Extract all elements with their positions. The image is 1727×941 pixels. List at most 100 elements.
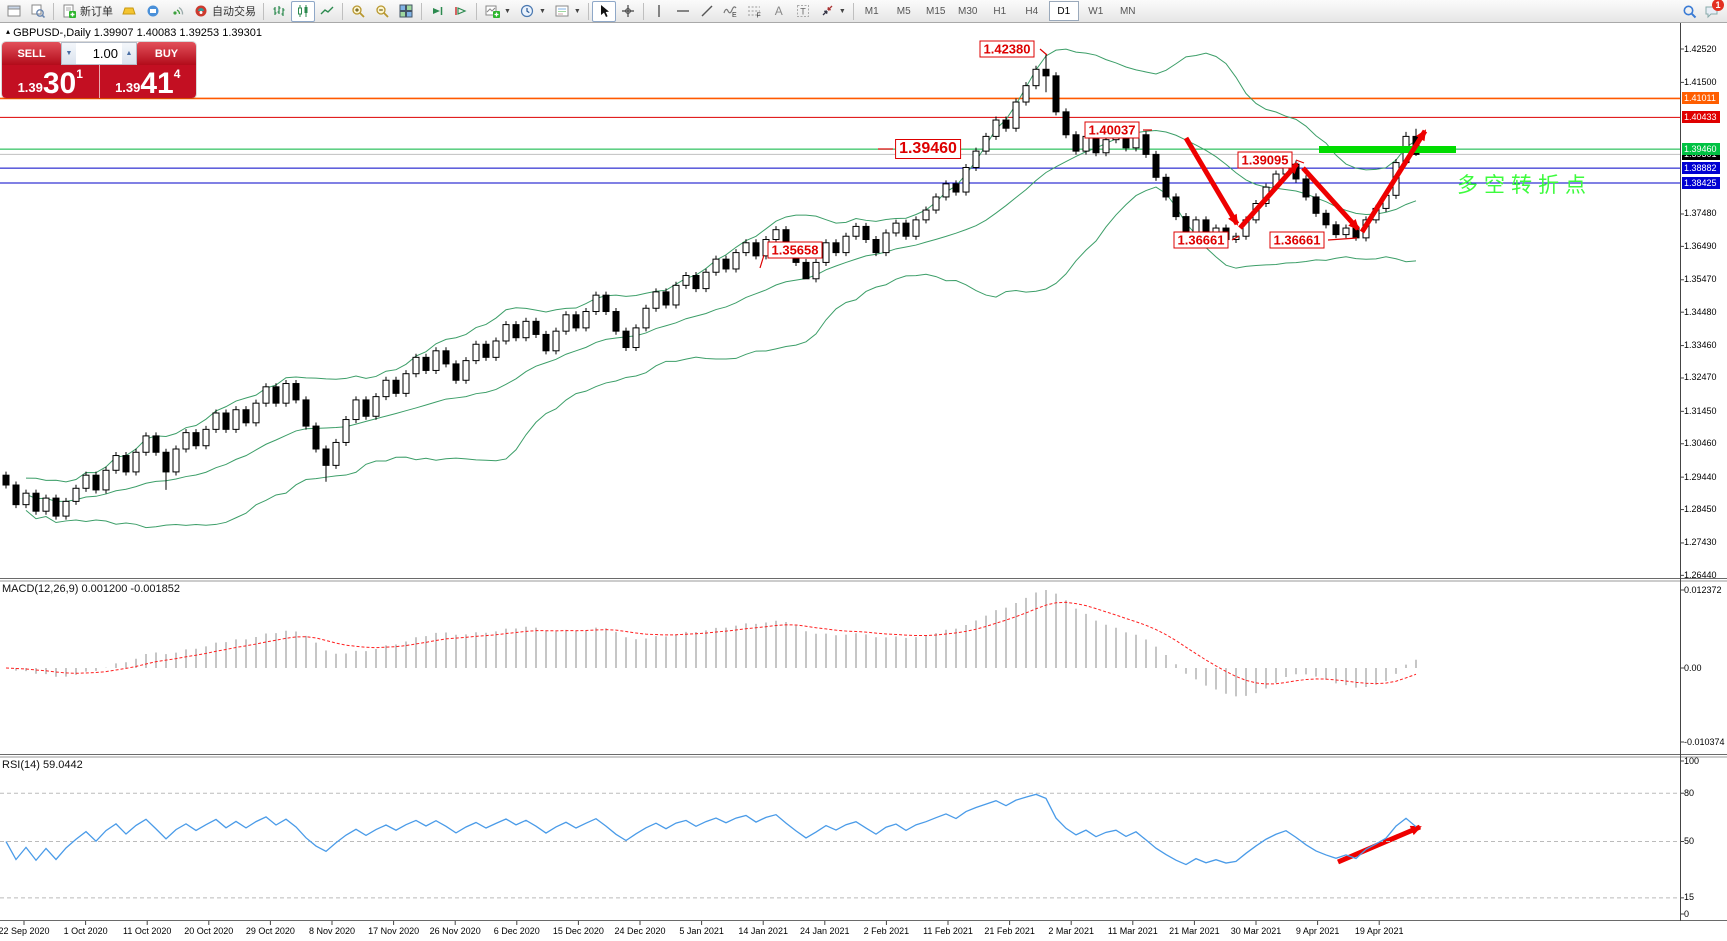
- chat-badge: 1: [1712, 0, 1724, 11]
- add-indicator-button[interactable]: ▼: [480, 1, 515, 22]
- auto-scroll-button[interactable]: [425, 1, 449, 22]
- volume-control: ▼ 1.00 ▲: [61, 42, 137, 65]
- profiles-button[interactable]: [26, 1, 50, 22]
- templates-button[interactable]: ▼: [550, 1, 585, 22]
- fibonacci-tool-button[interactable]: F: [743, 1, 767, 22]
- price-tick: 1.41500: [1684, 77, 1717, 87]
- toolbar-separator: [643, 3, 644, 20]
- chart-shift-button[interactable]: [449, 1, 473, 22]
- periods-button[interactable]: ▼: [515, 1, 550, 22]
- vertical-line-tool-button[interactable]: [647, 1, 671, 22]
- trend-arrow: [1240, 164, 1297, 228]
- price-annotation-box[interactable]: 1.39095: [1238, 152, 1293, 169]
- toolbar-separator: [53, 3, 54, 20]
- signals-button[interactable]: [165, 1, 189, 22]
- line-chart-mode-button[interactable]: [315, 1, 339, 22]
- support-zone-bar: [1319, 146, 1456, 153]
- mt4-terminal-window: 新订单 自动交易 ▼ ▼ ▼ E F A T ▼: [0, 0, 1727, 941]
- clock-icon: [519, 3, 535, 19]
- timeframe-m15[interactable]: M15: [921, 1, 951, 21]
- trader-note-text: 多空转折点: [1457, 169, 1592, 199]
- price-tick: 1.32470: [1684, 372, 1717, 382]
- horizontal-line-tool-button[interactable]: [671, 1, 695, 22]
- trendline-tool-button[interactable]: [695, 1, 719, 22]
- price-annotation-box[interactable]: 1.39460: [895, 139, 961, 159]
- zoom-in-icon: [350, 3, 366, 19]
- tile-windows-button[interactable]: [394, 1, 418, 22]
- new-order-button[interactable]: 新订单: [57, 1, 117, 22]
- chat-icon[interactable]: 1: [1703, 3, 1719, 19]
- timeframe-w1[interactable]: W1: [1081, 1, 1111, 21]
- price-annotation-box[interactable]: 1.40037: [1085, 122, 1140, 139]
- candles: [3, 54, 1419, 520]
- buy-price[interactable]: 1.39 41 4: [100, 65, 197, 98]
- rsi-axis-tick: 80: [1684, 788, 1694, 798]
- annotation-connector: [1040, 49, 1047, 55]
- shapes-tool-button[interactable]: ▼: [815, 1, 850, 22]
- autotrade-icon: [193, 3, 209, 19]
- terminal-icon: [145, 3, 161, 19]
- terminal-button[interactable]: [141, 1, 165, 22]
- price-label: 1.38882: [1682, 162, 1720, 174]
- text-tool-button[interactable]: A: [767, 1, 791, 22]
- svg-text:F: F: [757, 13, 761, 19]
- bar-chart-mode-button[interactable]: [267, 1, 291, 22]
- new-order-label: 新订单: [80, 3, 113, 19]
- sell-button[interactable]: SELL: [2, 42, 61, 65]
- price-tick: 1.26440: [1684, 570, 1717, 580]
- crosshair-tool-button[interactable]: [616, 1, 640, 22]
- volume-value[interactable]: 1.00: [76, 43, 122, 64]
- macd-signal-line: [6, 602, 1416, 684]
- bar-chart-icon: [271, 3, 287, 19]
- timeframe-d1[interactable]: D1: [1049, 1, 1079, 21]
- price-annotation-box[interactable]: 1.36661: [1174, 232, 1229, 249]
- add-indicator-icon: [484, 3, 500, 19]
- price-annotation-box[interactable]: 1.42380: [980, 41, 1035, 58]
- macd-indicator-label: MACD(12,26,9) 0.001200 -0.001852: [2, 583, 180, 595]
- horizontal-line-icon: [675, 3, 691, 19]
- elliott-wave-tool-button[interactable]: E: [719, 1, 743, 22]
- text-label-icon: T: [795, 3, 811, 19]
- timeframe-m30[interactable]: M30: [953, 1, 983, 21]
- volume-decrease-button[interactable]: ▼: [62, 43, 76, 64]
- toolbar-separator: [263, 3, 264, 20]
- candle-chart-mode-button[interactable]: [291, 1, 315, 22]
- market-watch-button[interactable]: [117, 1, 141, 22]
- vertical-line-icon: [651, 3, 667, 19]
- cursor-tool-button[interactable]: [592, 1, 616, 22]
- rsi-axis-tick: 15: [1684, 892, 1694, 902]
- timeframe-h4[interactable]: H4: [1017, 1, 1047, 21]
- symbol-name: GBPUSD-,Daily: [13, 27, 91, 39]
- timeframe-h1[interactable]: H1: [985, 1, 1015, 21]
- zoom-out-button[interactable]: [370, 1, 394, 22]
- buy-price-small: 1.39: [115, 79, 140, 97]
- chart-window-button[interactable]: [2, 1, 26, 22]
- macd-axis-tick: 0.00: [1684, 663, 1702, 673]
- dropdown-caret: ▼: [504, 8, 511, 15]
- new-order-icon: [61, 3, 77, 19]
- zoom-out-icon: [374, 3, 390, 19]
- fibonacci-icon: F: [747, 3, 763, 19]
- text-label-tool-button[interactable]: T: [791, 1, 815, 22]
- price-tick: 1.37480: [1684, 208, 1717, 218]
- price-label: 1.40433: [1682, 111, 1720, 123]
- line-chart-icon: [319, 3, 335, 19]
- trend-arrow: [1303, 168, 1358, 229]
- timeframe-m1[interactable]: M1: [857, 1, 887, 21]
- price-annotation-box[interactable]: 1.35658: [768, 242, 823, 259]
- price-tick: 1.27430: [1684, 537, 1717, 547]
- search-icon[interactable]: [1681, 3, 1697, 19]
- autotrade-button[interactable]: 自动交易: [189, 1, 260, 22]
- price-tick: 1.30460: [1684, 438, 1717, 448]
- timeframe-mn[interactable]: MN: [1113, 1, 1143, 21]
- rsi-axis-tick: 100: [1684, 756, 1699, 766]
- buy-button[interactable]: BUY: [137, 42, 196, 65]
- price-annotation-box[interactable]: 1.36661: [1270, 232, 1325, 249]
- volume-increase-button[interactable]: ▲: [122, 43, 136, 64]
- price-tick: 1.42520: [1684, 44, 1717, 54]
- sell-price[interactable]: 1.39 30 1: [2, 65, 99, 98]
- price-label: 1.38425: [1682, 177, 1720, 189]
- dropdown-caret: ▼: [839, 8, 846, 15]
- timeframe-m5[interactable]: M5: [889, 1, 919, 21]
- zoom-in-button[interactable]: [346, 1, 370, 22]
